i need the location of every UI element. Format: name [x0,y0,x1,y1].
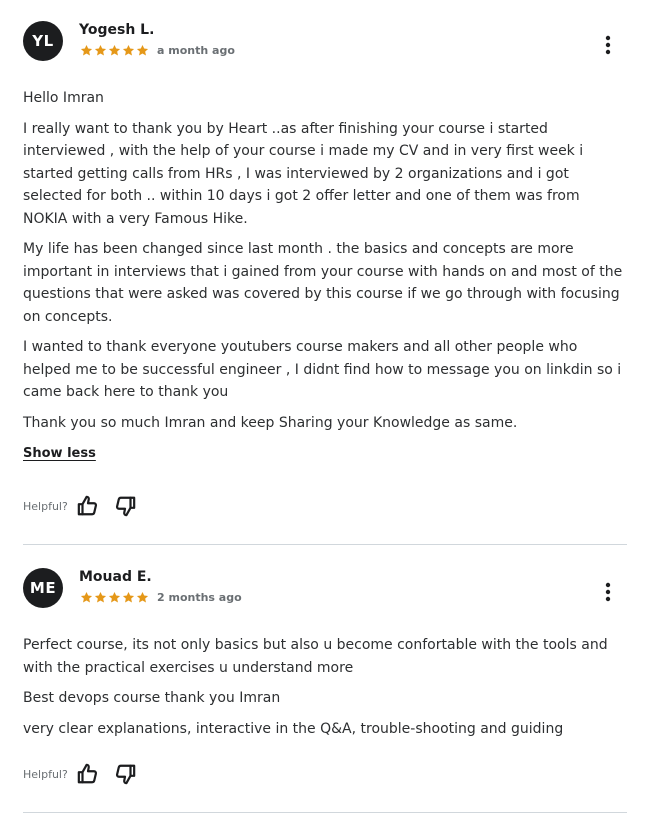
review-meta: 2 months ago [80,591,242,604]
helpful-label: Helpful? [23,499,68,513]
reviewer-name: Mouad E. [79,569,152,585]
review-paragraph: Thank you so much Imran and keep Sharing… [23,414,518,431]
more-options-button[interactable] [603,34,613,56]
show-less-button[interactable]: Show less [23,446,96,461]
star-icon [108,591,121,603]
avatar: YL [23,21,63,61]
review-divider [23,812,627,813]
thumbs-down-icon [115,496,136,517]
review-date: 2 months ago [157,591,242,604]
star-icon [80,591,93,603]
thumbs-up-icon [77,495,97,516]
review-paragraph: very clear explanations, interactive in … [23,720,564,737]
star-icon [94,44,107,56]
star-icon [122,591,135,603]
review-paragraph: Hello Imran [23,90,104,106]
star-icon [122,44,135,56]
star-rating [80,591,149,604]
star-icon [136,44,149,56]
thumbs-down-icon [115,764,136,785]
reviewer-name: Yogesh L. [79,22,155,38]
star-icon [94,591,107,603]
thumbs-up-button[interactable] [77,495,99,517]
more-options-button[interactable] [603,581,613,603]
avatar: ME [23,568,63,608]
review-header: ME Mouad E. 2 months ago [23,568,627,610]
review-paragraph: My life has been changed since last mont… [23,241,623,325]
thumbs-down-button[interactable] [114,495,136,517]
review-paragraph: Best devops course thank you Imran [23,690,281,706]
review-date: a month ago [157,44,235,57]
helpful-label: Helpful? [23,767,68,781]
star-icon [136,591,149,603]
more-vertical-icon [605,582,611,602]
review-card: ME Mouad E. 2 months ago Perfect course,… [23,568,627,785]
review-divider [23,544,627,545]
reviews-list: YL Yogesh L. a month ago Hello Imran I r… [0,0,649,815]
thumbs-up-button[interactable] [77,763,99,785]
review-card: YL Yogesh L. a month ago Hello Imran I r… [23,21,627,517]
star-rating [80,44,149,57]
review-paragraph: Perfect course, its not only basics but … [23,637,608,676]
review-paragraph: I wanted to thank everyone youtubers cou… [23,339,622,400]
helpful-row: Helpful? [23,495,627,517]
review-text: Perfect course, its not only basics but … [23,634,627,740]
star-icon [80,44,93,56]
thumbs-down-button[interactable] [114,763,136,785]
review-paragraph: I really want to thank you by Heart ..as… [23,120,584,227]
review-meta: a month ago [80,44,235,57]
helpful-row: Helpful? [23,763,627,785]
review-header: YL Yogesh L. a month ago [23,21,627,63]
star-icon [108,44,121,56]
more-vertical-icon [605,35,611,55]
review-text: Hello Imran I really want to thank you b… [23,87,627,434]
thumbs-up-icon [77,763,97,784]
